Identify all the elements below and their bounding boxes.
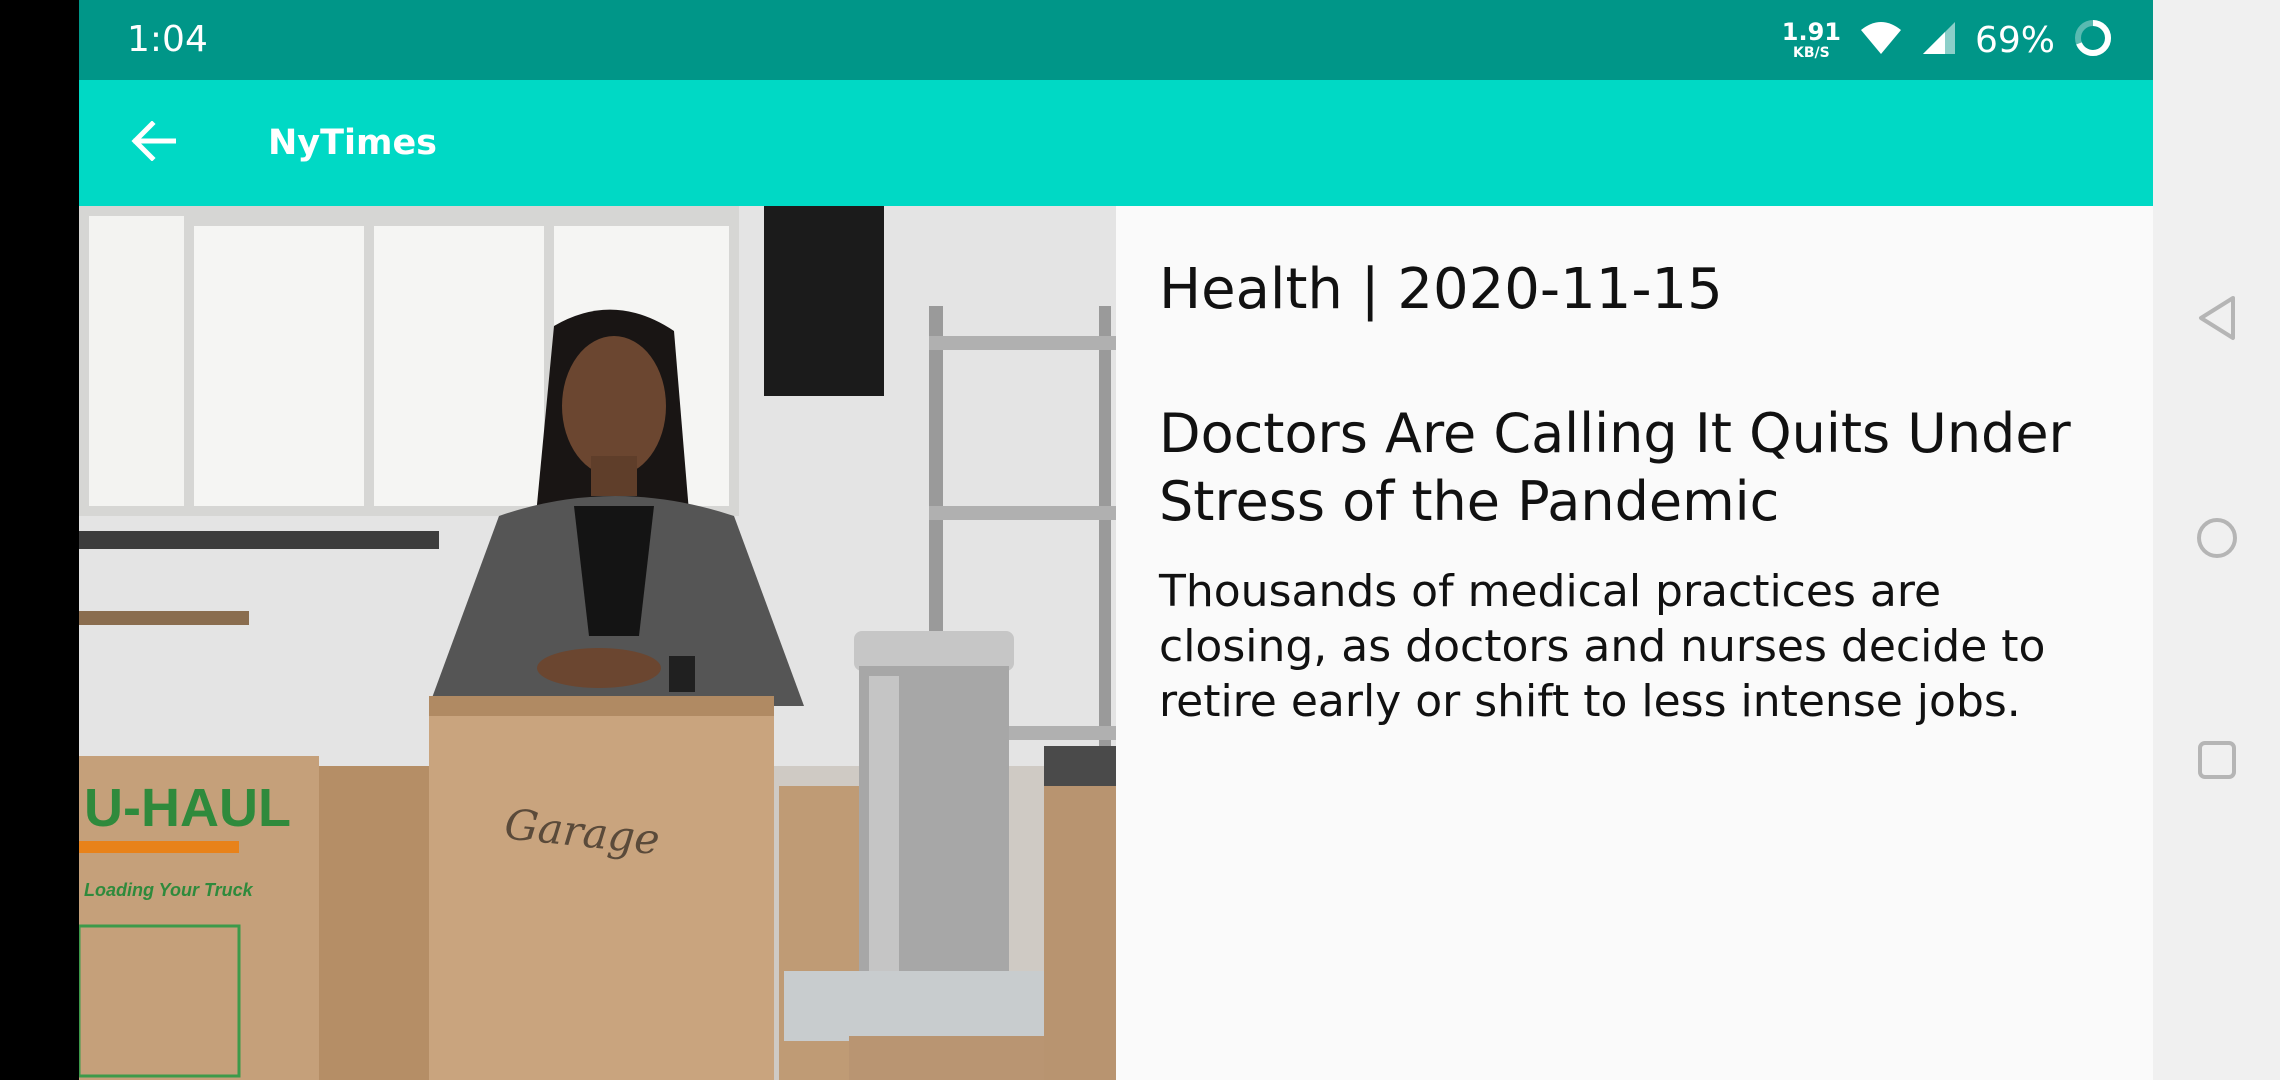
recents-square-icon	[2195, 738, 2239, 786]
app-screen: 1:04 1.91 KB/S 69% NyTimes U-HAUL Loadin…	[0, 0, 2280, 1080]
network-speed-unit: KB/S	[1793, 45, 1830, 61]
wifi-icon	[1859, 20, 1903, 60]
nav-home-button[interactable]	[2153, 490, 2280, 590]
status-time: 1:04	[127, 19, 208, 60]
nav-back-button[interactable]	[2153, 270, 2280, 370]
nav-recents-button[interactable]	[2153, 712, 2280, 812]
article-photo: U-HAUL Loading Your Truck Garage	[79, 206, 1116, 1080]
box-slogan-text: Loading Your Truck	[84, 880, 254, 900]
box-brand-text: U-HAUL	[84, 778, 291, 838]
home-circle-icon	[2194, 515, 2240, 565]
app-title: NyTimes	[268, 123, 438, 163]
article-headline: Doctors Are Calling It Quits Under Stres…	[1159, 402, 2071, 533]
battery-percentage: 69%	[1974, 19, 2055, 61]
network-speed-value: 1.91	[1781, 18, 1841, 46]
screen-cutout	[0, 0, 79, 1080]
app-bar: NyTimes	[79, 80, 2153, 206]
cell-signal-icon	[1921, 20, 1957, 60]
back-triangle-icon	[2195, 294, 2239, 346]
article-summary: Thousands of medical practices are closi…	[1159, 566, 2046, 727]
system-nav-bar	[2153, 0, 2280, 1080]
status-bar: 1:04 1.91 KB/S 69%	[79, 0, 2153, 80]
arrow-left-icon	[130, 120, 177, 165]
battery-ring-icon	[2073, 18, 2113, 62]
status-indicators: 1.91 KB/S 69%	[1782, 14, 2113, 66]
back-button[interactable]	[123, 113, 183, 173]
article-meta: Health | 2020-11-15	[1159, 257, 1723, 322]
network-speed: 1.91 KB/S	[1782, 20, 1841, 60]
